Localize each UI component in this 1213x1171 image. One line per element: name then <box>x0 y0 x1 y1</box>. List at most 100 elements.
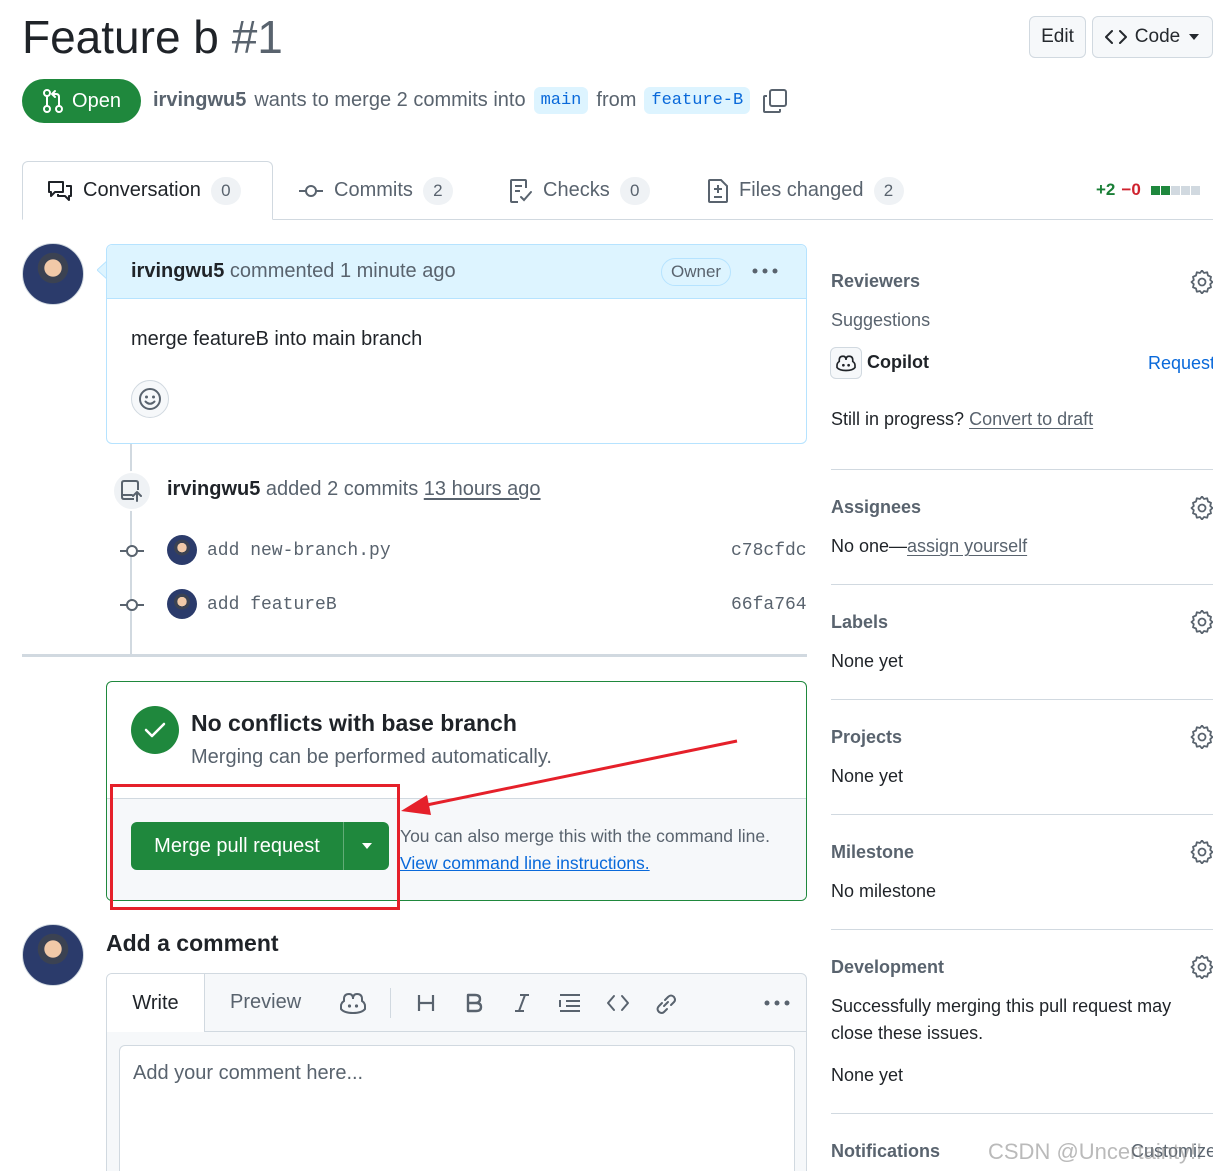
copilot-avatar <box>830 347 862 379</box>
comment-header: irvingwu5 commented 1 minute ago Owner <box>107 245 806 299</box>
add-comment-heading: Add a comment <box>106 930 279 956</box>
commit-avatar[interactable] <box>167 589 197 619</box>
copilot-icon[interactable] <box>340 991 366 1015</box>
development-value: None yet <box>831 1065 904 1085</box>
heading-icon[interactable] <box>416 993 436 1013</box>
tab-files-changed[interactable]: Files changed 2 <box>707 161 904 220</box>
comment-box: irvingwu5 commented 1 minute ago Owner m… <box>106 244 807 444</box>
diffstat: +2 −0 <box>1096 180 1201 200</box>
edit-button[interactable]: Edit <box>1029 16 1086 58</box>
link-icon[interactable] <box>654 992 678 1016</box>
gear-icon[interactable] <box>1190 725 1213 749</box>
milestone-value: No milestone <box>831 881 937 901</box>
avatar[interactable] <box>22 243 84 305</box>
gear-icon[interactable] <box>1190 955 1213 979</box>
head-branch[interactable]: feature-B <box>644 87 751 114</box>
cli-hint: You can also merge this with the command… <box>400 826 770 846</box>
watermark: CSDN @Uncertainty!! <box>988 1139 1203 1164</box>
kebab-horizontal-icon[interactable] <box>763 999 791 1007</box>
italic-icon[interactable] <box>512 993 532 1013</box>
bold-icon[interactable] <box>464 993 484 1013</box>
check-circle <box>131 706 179 754</box>
comment-author[interactable]: irvingwu5 <box>131 260 224 282</box>
base-branch[interactable]: main <box>533 87 589 114</box>
reviewers-heading[interactable]: Reviewers <box>831 271 920 292</box>
development-description: Successfully merging this pull request m… <box>831 996 1172 1043</box>
tab-counter: 2 <box>422 176 453 205</box>
gear-icon[interactable] <box>1190 270 1213 294</box>
copilot-reviewer: Copilot <box>867 352 929 372</box>
copilot-icon <box>836 355 856 372</box>
git-commit-icon <box>120 599 144 611</box>
add-reaction-button[interactable] <box>131 380 169 418</box>
labels-value: None yet <box>831 651 904 671</box>
gear-icon[interactable] <box>1190 610 1213 634</box>
deletions-count: −0 <box>1121 180 1141 199</box>
git-commit-icon <box>299 184 323 197</box>
page-title: Feature b #1 <box>22 10 283 64</box>
code-icon <box>1104 30 1127 44</box>
quote-icon[interactable] <box>558 993 582 1013</box>
commit-message-link[interactable]: add featureB <box>207 595 337 615</box>
author-link[interactable]: irvingwu5 <box>153 89 246 112</box>
tab-counter: 0 <box>210 176 241 205</box>
tab-preview[interactable]: Preview <box>230 991 301 1014</box>
event-time-link[interactable]: 13 hours ago <box>424 478 541 500</box>
cli-instructions-link[interactable]: View command line instructions. <box>400 853 650 874</box>
commit-message-link[interactable]: add new-branch.py <box>207 541 391 561</box>
event-author[interactable]: irvingwu5 <box>167 478 260 500</box>
comment-textarea[interactable]: Add your comment here... <box>119 1045 795 1171</box>
checklist-icon <box>510 178 532 203</box>
timeline-badge <box>112 471 152 511</box>
tab-write[interactable]: Write <box>107 974 205 1032</box>
assign-yourself-link[interactable]: assign yourself <box>907 536 1027 556</box>
convert-to-draft-link[interactable]: Convert to draft <box>969 409 1093 429</box>
projects-value: None yet <box>831 766 904 786</box>
projects-heading[interactable]: Projects <box>831 727 902 748</box>
check-icon <box>144 722 166 738</box>
reviewer-suggestions-label: Suggestions <box>831 310 931 330</box>
code-icon[interactable] <box>606 993 630 1013</box>
request-review-link[interactable]: Request <box>1148 353 1213 374</box>
code-button[interactable]: Code <box>1092 16 1213 58</box>
repo-push-icon <box>121 480 142 502</box>
additions-count: +2 <box>1096 180 1116 199</box>
assignees-value: No one—assign yourself <box>831 536 1028 556</box>
development-heading[interactable]: Development <box>831 957 944 978</box>
file-diff-icon <box>708 178 728 203</box>
tab-conversation[interactable]: Conversation 0 <box>22 161 273 220</box>
smiley-icon <box>139 388 161 410</box>
git-commit-icon <box>120 545 144 557</box>
gear-icon[interactable] <box>1190 840 1213 864</box>
timeline-divider <box>22 654 807 657</box>
tab-checks[interactable]: Checks 0 <box>509 161 650 220</box>
diffstat-bar <box>1150 180 1201 200</box>
gear-icon[interactable] <box>1190 496 1213 520</box>
tab-commits[interactable]: Commits 2 <box>298 161 453 220</box>
copy-icon[interactable] <box>762 88 788 114</box>
annotation-highlight-box <box>110 784 400 910</box>
commits-event: irvingwu5 added 2 commits 13 hours ago <box>167 478 541 500</box>
draft-prompt: Still in progress? Convert to draft <box>831 409 1094 429</box>
milestone-heading[interactable]: Milestone <box>831 842 914 863</box>
owner-badge: Owner <box>661 258 732 286</box>
labels-heading[interactable]: Labels <box>831 612 888 633</box>
tab-counter: 0 <box>619 176 650 205</box>
caret-down-icon <box>1189 34 1200 40</box>
tab-counter: 2 <box>873 176 904 205</box>
comment-timestamp: commented 1 minute ago <box>229 260 456 282</box>
comment-body: merge featureB into main branch <box>131 328 423 350</box>
merge-status-title: No conflicts with base branch <box>191 710 517 736</box>
avatar[interactable] <box>22 924 84 986</box>
assignees-heading[interactable]: Assignees <box>831 497 921 518</box>
pr-title: Feature b <box>22 11 219 63</box>
annotation-arrow <box>401 739 738 815</box>
commit-sha-link[interactable]: c78cfdc <box>731 541 807 561</box>
kebab-horizontal-icon[interactable] <box>751 267 779 275</box>
pr-meta: irvingwu5 wants to merge 2 commits into … <box>153 87 788 114</box>
pr-number: #1 <box>231 11 283 63</box>
commit-avatar[interactable] <box>167 535 197 565</box>
comment-editor: Write Preview Add your comment here... <box>106 973 807 1171</box>
comment-discussion-icon <box>48 180 72 201</box>
commit-sha-link[interactable]: 66fa764 <box>731 595 807 615</box>
